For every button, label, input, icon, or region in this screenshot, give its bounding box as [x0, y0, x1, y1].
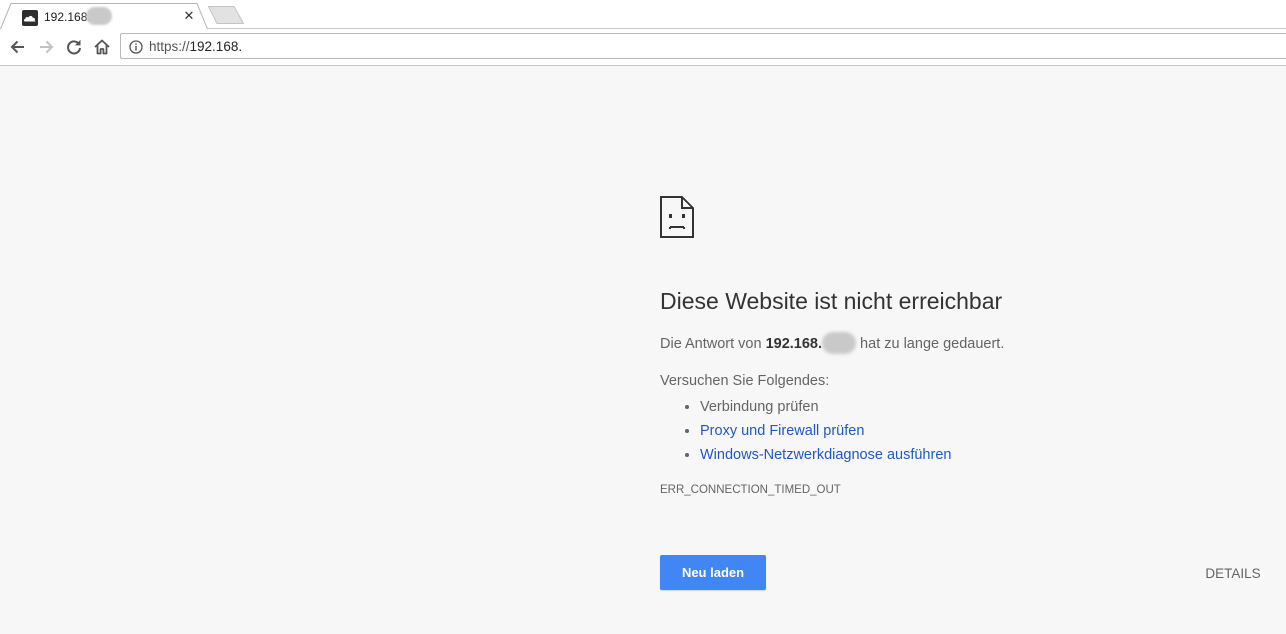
host-redaction — [822, 332, 857, 354]
proxy-firewall-link[interactable]: Proxy und Firewall prüfen — [700, 423, 864, 439]
url-text[interactable]: https://192.168. — [149, 39, 242, 55]
cloud-favicon-icon — [22, 10, 38, 26]
suggestion-proxy-firewall: Proxy und Firewall prüfen — [700, 419, 951, 443]
url-host: 192.168. — [189, 39, 243, 54]
suggestion-check-connection: Verbindung prüfen — [700, 395, 951, 419]
suggestions-heading: Versuchen Sie Folgendes: — [660, 373, 830, 389]
url-scheme: https:// — [149, 39, 190, 54]
active-tab[interactable]: 192.168. ✕ — [0, 3, 208, 29]
network-diagnostics-link[interactable]: Windows-Netzwerkdiagnose ausführen — [700, 447, 951, 463]
summary-host: 192.168. — [765, 336, 823, 352]
back-arrow-icon[interactable] — [8, 37, 28, 57]
reload-button[interactable]: Neu laden — [660, 555, 766, 590]
details-button[interactable]: DETAILS — [1196, 562, 1270, 584]
suggestion-label: Verbindung prüfen — [700, 399, 819, 415]
info-icon[interactable] — [129, 40, 143, 54]
forward-arrow-icon[interactable] — [36, 37, 56, 57]
error-code: ERR_CONNECTION_TIMED_OUT — [660, 484, 841, 496]
browser-toolbar: https://192.168. — [0, 29, 1286, 66]
tab-strip: 192.168. ✕ — [0, 0, 1286, 29]
reload-icon[interactable] — [64, 37, 84, 57]
tab-title: 192.168. — [44, 10, 91, 24]
home-icon[interactable] — [92, 37, 112, 57]
tab-close-icon[interactable]: ✕ — [182, 9, 196, 23]
address-bar[interactable]: https://192.168. — [120, 33, 1286, 59]
error-summary: Die Antwort von 192.168. hat zu lange ge… — [660, 332, 1004, 354]
suggestions-list: Verbindung prüfen Proxy und Firewall prü… — [660, 395, 951, 467]
tab-title-redaction — [86, 7, 112, 25]
error-page: Diese Website ist nicht erreichbar Die A… — [0, 66, 1286, 634]
suggestion-network-diagnostics: Windows-Netzwerkdiagnose ausführen — [700, 443, 951, 467]
new-tab-button[interactable] — [208, 6, 244, 24]
summary-prefix: Die Antwort von — [660, 336, 766, 352]
summary-suffix: hat zu lange gedauert. — [856, 336, 1005, 352]
sad-document-icon — [660, 196, 694, 238]
error-heading: Diese Website ist nicht erreichbar — [660, 288, 1003, 314]
